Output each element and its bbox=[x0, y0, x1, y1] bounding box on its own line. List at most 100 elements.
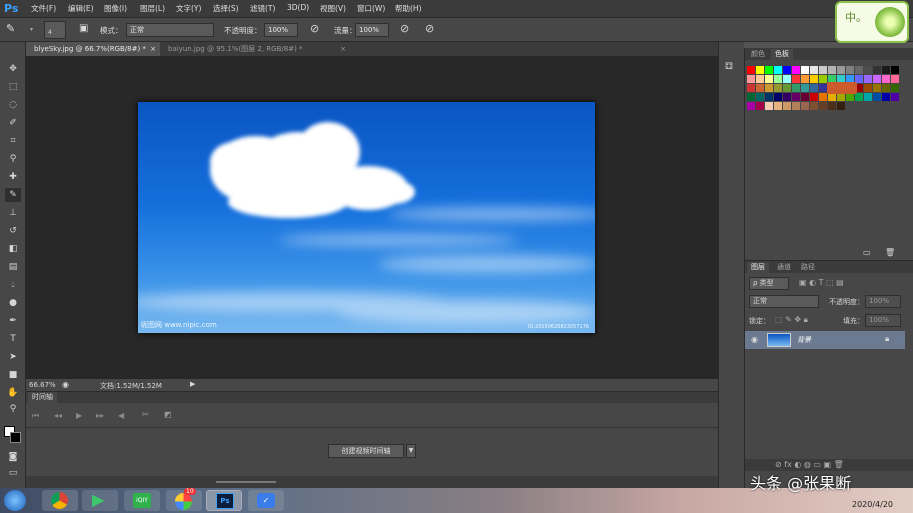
swatch[interactable] bbox=[783, 102, 791, 110]
swatch[interactable] bbox=[783, 66, 791, 74]
tab-paths[interactable]: 路径 bbox=[797, 262, 819, 273]
swatch[interactable] bbox=[828, 102, 836, 110]
swatch[interactable] bbox=[801, 75, 809, 83]
swatch[interactable] bbox=[792, 93, 800, 101]
swatch[interactable] bbox=[792, 66, 800, 74]
crop-tool-icon[interactable]: ⌗ bbox=[5, 134, 21, 148]
swatch[interactable] bbox=[774, 66, 782, 74]
dodge-tool-icon[interactable]: ● bbox=[5, 296, 21, 310]
status-arrow-icon[interactable]: ▶ bbox=[190, 380, 195, 388]
shape-tool-icon[interactable]: ■ bbox=[5, 368, 21, 382]
menu-3d[interactable]: 3D(D) bbox=[287, 3, 309, 12]
path-select-tool-icon[interactable]: ➤ bbox=[5, 350, 21, 364]
swatch[interactable] bbox=[810, 93, 818, 101]
swatch[interactable] bbox=[765, 84, 773, 92]
swatch[interactable] bbox=[882, 75, 890, 83]
flow-input[interactable]: 100% bbox=[355, 23, 389, 37]
swatch[interactable] bbox=[810, 75, 818, 83]
fill-input[interactable]: 100% bbox=[865, 314, 901, 327]
close-icon[interactable]: × bbox=[150, 42, 156, 56]
history-icon[interactable]: ⚃ bbox=[725, 62, 733, 72]
new-swatch-icon[interactable]: ▭ bbox=[863, 248, 871, 257]
airbrush-icon[interactable]: ⊘ bbox=[400, 22, 409, 35]
swatch[interactable] bbox=[756, 93, 764, 101]
layer-opacity-input[interactable]: 100% bbox=[865, 295, 901, 308]
swatch[interactable] bbox=[864, 84, 872, 92]
document-image[interactable]: 昵图网 www.nipic.com ID:20150620823057176 bbox=[138, 102, 595, 333]
swatch[interactable] bbox=[882, 66, 890, 74]
eraser-tool-icon[interactable]: ◧ bbox=[5, 242, 21, 256]
healing-brush-tool-icon[interactable]: ✚ bbox=[5, 170, 21, 184]
first-frame-icon[interactable]: ⏮ bbox=[32, 411, 39, 421]
swatch[interactable] bbox=[756, 84, 764, 92]
mode-select[interactable]: 正常 bbox=[126, 23, 214, 37]
chrome-taskbar-button[interactable] bbox=[42, 490, 78, 511]
menu-edit[interactable]: 编辑(E) bbox=[68, 3, 94, 14]
next-frame-icon[interactable]: ▸▸ bbox=[96, 411, 104, 420]
tab-swatches[interactable]: 色板 bbox=[771, 49, 793, 60]
layer-action-icons[interactable]: ⊘ fx ◐ ◍ ▭ ▣ 🗑︎ bbox=[775, 460, 844, 469]
menu-file[interactable]: 文件(F) bbox=[31, 3, 56, 14]
menu-type[interactable]: 文字(Y) bbox=[176, 3, 201, 14]
tab-channels[interactable]: 通道 bbox=[773, 262, 795, 273]
menu-layer[interactable]: 图层(L) bbox=[140, 3, 165, 14]
swatch[interactable] bbox=[801, 93, 809, 101]
lasso-tool-icon[interactable]: ◌ bbox=[5, 98, 21, 112]
swatch[interactable] bbox=[828, 66, 836, 74]
swatch[interactable] bbox=[801, 66, 809, 74]
timeline-tab[interactable]: 时间轴 bbox=[28, 392, 57, 403]
lock-icons[interactable]: ⬚ ✎ ✥ 🔒︎ bbox=[775, 315, 808, 325]
swatch[interactable] bbox=[864, 66, 872, 74]
swatch[interactable] bbox=[774, 93, 782, 101]
swatch[interactable] bbox=[837, 66, 845, 74]
swatch[interactable] bbox=[819, 102, 827, 110]
zoom-level[interactable]: 66.67% bbox=[29, 381, 56, 389]
transition-icon[interactable]: ◩ bbox=[164, 410, 172, 419]
audio-icon[interactable]: ◀ bbox=[118, 411, 124, 420]
tab-layers[interactable]: 图层 bbox=[747, 262, 769, 273]
zoom-slider[interactable] bbox=[216, 481, 276, 483]
marquee-tool-icon[interactable]: ⬚ bbox=[5, 80, 21, 94]
brush-tool-icon[interactable]: ✎ bbox=[6, 22, 15, 35]
chevron-down-icon[interactable]: ▼ bbox=[406, 444, 416, 458]
dropdown-arrow-icon[interactable]: ▾ bbox=[30, 26, 33, 33]
swatch[interactable] bbox=[765, 102, 773, 110]
swatch[interactable] bbox=[756, 66, 764, 74]
swatch[interactable] bbox=[783, 75, 791, 83]
layer-row[interactable]: ◉ 背景 🔒︎ bbox=[745, 331, 905, 349]
brush-preset-picker[interactable]: 4 bbox=[44, 21, 66, 39]
zoom-tool-icon[interactable]: ⚲ bbox=[5, 402, 21, 416]
create-video-timeline-button[interactable]: 创建视频时间轴 bbox=[328, 444, 404, 458]
brush-tool-icon[interactable]: ✎ bbox=[5, 188, 21, 202]
swatch[interactable] bbox=[747, 66, 755, 74]
swatch[interactable] bbox=[846, 93, 854, 101]
swatch[interactable] bbox=[774, 84, 782, 92]
swatch[interactable] bbox=[765, 93, 773, 101]
quick-select-tool-icon[interactable]: ✐ bbox=[5, 116, 21, 130]
swatch[interactable] bbox=[828, 93, 836, 101]
trash-icon[interactable]: 🗑︎ bbox=[885, 248, 895, 257]
menu-filter[interactable]: 滤镜(T) bbox=[250, 3, 275, 14]
background-color-swatch[interactable] bbox=[10, 432, 21, 443]
swatch[interactable] bbox=[891, 93, 899, 101]
swatch[interactable] bbox=[819, 66, 827, 74]
swatch[interactable] bbox=[855, 93, 863, 101]
swatch[interactable] bbox=[783, 93, 791, 101]
blur-tool-icon[interactable]: 💧︎ bbox=[5, 278, 21, 292]
browser-taskbar-button[interactable]: ✓ bbox=[248, 490, 284, 511]
blend-mode-select[interactable]: 正常 bbox=[749, 295, 819, 308]
swatch[interactable] bbox=[801, 84, 809, 92]
swatch[interactable] bbox=[810, 102, 818, 110]
photoshop-taskbar-button[interactable]: Ps bbox=[206, 490, 242, 511]
swatch[interactable] bbox=[891, 66, 899, 74]
start-button-icon[interactable] bbox=[4, 490, 26, 511]
swatch[interactable] bbox=[891, 84, 899, 92]
swatch[interactable] bbox=[774, 102, 782, 110]
hand-tool-icon[interactable]: ✋ bbox=[5, 386, 21, 400]
pen-tool-icon[interactable]: ✒ bbox=[5, 314, 21, 328]
swatch[interactable] bbox=[747, 84, 755, 92]
tab-blyesky[interactable]: blyeSky.jpg @ 66.7%(RGB/8#) * × bbox=[26, 42, 160, 56]
quick-mask-icon[interactable]: ◙ bbox=[5, 450, 21, 464]
menu-select[interactable]: 选择(S) bbox=[213, 3, 239, 14]
swatch[interactable] bbox=[747, 102, 755, 110]
